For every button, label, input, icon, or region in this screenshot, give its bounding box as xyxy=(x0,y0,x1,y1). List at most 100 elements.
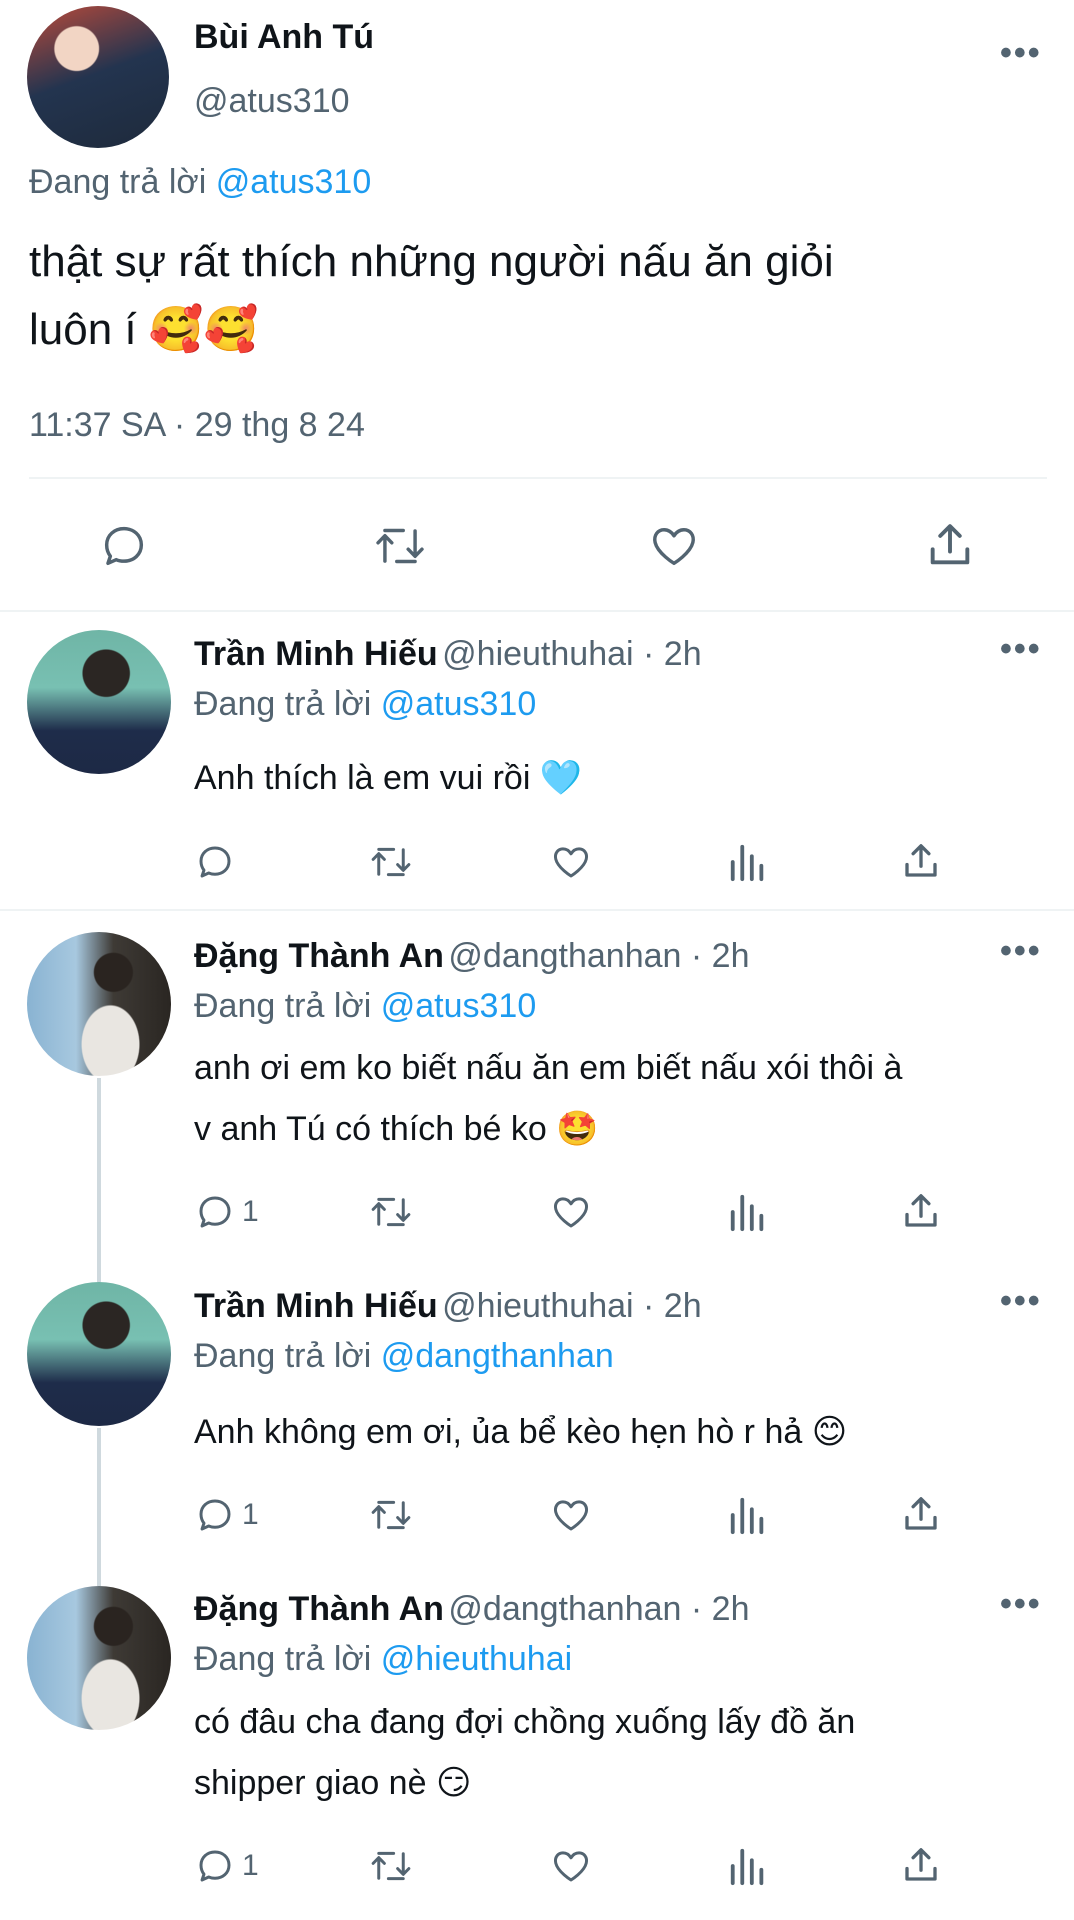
avatar[interactable] xyxy=(27,932,171,1076)
replying-to: Đang trả lời @hieuthuhai xyxy=(194,1640,572,1679)
reply-icon xyxy=(199,1196,231,1228)
retweet-button[interactable] xyxy=(368,1845,414,1887)
author-name[interactable]: Đặng Thành An xyxy=(194,937,444,975)
avatar[interactable] xyxy=(27,6,169,148)
reply-prefix-label: Đang trả lời xyxy=(194,1337,372,1375)
like-button[interactable] xyxy=(549,1845,593,1887)
reply-to-mention[interactable]: @atus310 xyxy=(381,685,537,723)
tweet-text-line: thật sự rất thích những người nấu ăn giỏ… xyxy=(29,237,834,286)
share-icon xyxy=(905,1497,937,1530)
reply-to-mention[interactable]: @atus310 xyxy=(216,163,372,201)
retweet-icon xyxy=(371,847,411,877)
more-options-icon[interactable]: ••• xyxy=(1000,1282,1042,1321)
heart-icon xyxy=(553,847,589,878)
reply-count: 1 xyxy=(242,1849,259,1882)
tweet-text: Anh không em ơi, ủa bể kèo hẹn hò r hả 😊 xyxy=(194,1402,847,1463)
more-options-icon[interactable]: ••• xyxy=(1000,630,1042,669)
retweet-icon xyxy=(376,528,424,564)
heart-icon xyxy=(653,528,695,566)
reply-icon xyxy=(199,1499,231,1531)
heart-icon xyxy=(553,1500,589,1531)
tweet-text: Anh thích là em vui rồi 🩵 xyxy=(194,748,582,809)
author-handle[interactable]: @atus310 xyxy=(194,82,350,121)
author-name[interactable]: Bùi Anh Tú xyxy=(194,18,374,57)
retweet-icon xyxy=(371,1197,411,1227)
heart-icon xyxy=(553,1197,589,1228)
retweet-button[interactable] xyxy=(368,1494,414,1536)
retweet-button[interactable] xyxy=(368,841,414,883)
author-name[interactable]: Trần Minh Hiếu xyxy=(194,635,438,673)
share-button[interactable] xyxy=(900,1492,942,1536)
author-name[interactable]: Trần Minh Hiếu xyxy=(194,1287,438,1325)
analytics-icon xyxy=(730,1497,764,1535)
reply-icon xyxy=(199,846,231,878)
tweet-header: Trần Minh Hiếu @hieuthuhai · 2h xyxy=(194,635,702,674)
avatar[interactable] xyxy=(27,1586,171,1730)
like-button[interactable] xyxy=(647,520,701,572)
tweet-text-line: v anh Tú có thích bé ko 🤩 xyxy=(194,1110,599,1148)
reply-prefix-label: Đang trả lời xyxy=(194,987,372,1025)
more-options-icon[interactable]: ••• xyxy=(1000,1585,1042,1624)
reply-button[interactable]: 1 xyxy=(194,1494,259,1536)
divider xyxy=(29,477,1047,479)
like-button[interactable] xyxy=(549,841,593,883)
reply-prefix-label: Đang trả lời xyxy=(29,163,207,201)
author-meta[interactable]: @dangthanhan · 2h xyxy=(448,937,749,975)
tweet-text: thật sự rất thích những người nấu ăn giỏ… xyxy=(29,228,834,364)
share-button[interactable] xyxy=(900,1189,942,1233)
tweet-text-line: Anh thích là em vui rồi 🩵 xyxy=(194,759,583,797)
tweet-header: Đặng Thành An @dangthanhan · 2h xyxy=(194,1590,749,1629)
heart-icon xyxy=(553,1851,589,1882)
share-icon xyxy=(930,524,970,565)
reply-count: 1 xyxy=(242,1195,259,1228)
author-meta[interactable]: @dangthanhan · 2h xyxy=(448,1590,749,1628)
more-options-icon[interactable]: ••• xyxy=(1000,932,1042,971)
share-button[interactable] xyxy=(900,1843,942,1887)
author-meta[interactable]: @hieuthuhai · 2h xyxy=(442,635,701,673)
section-divider xyxy=(0,909,1074,911)
views-button[interactable] xyxy=(728,1845,768,1887)
tweet-text-line: shipper giao nè 😏 xyxy=(194,1764,472,1802)
analytics-icon xyxy=(730,1848,764,1886)
replying-to: Đang trả lời @atus310 xyxy=(194,987,536,1026)
views-button[interactable] xyxy=(728,841,768,883)
retweet-button[interactable] xyxy=(372,520,428,572)
reply-icon xyxy=(199,1850,231,1882)
reply-to-mention[interactable]: @hieuthuhai xyxy=(381,1640,572,1678)
share-icon xyxy=(905,844,937,877)
thread-connector xyxy=(97,1428,101,1586)
replying-to: Đang trả lời @atus310 xyxy=(194,685,536,724)
reply-button[interactable]: 1 xyxy=(194,1191,259,1233)
analytics-icon xyxy=(730,1194,764,1232)
timestamp[interactable]: 11:37 SA · 29 thg 8 24 xyxy=(29,406,365,445)
more-options-icon[interactable]: ••• xyxy=(1000,34,1042,73)
tweet-header: Trần Minh Hiếu @hieuthuhai · 2h xyxy=(194,1287,702,1326)
thread-connector xyxy=(97,1078,101,1282)
tweet-text-line: có đâu cha đang đợi chồng xuống lấy đồ ă… xyxy=(194,1703,856,1741)
reply-button[interactable] xyxy=(98,520,150,572)
share-button[interactable] xyxy=(924,518,976,572)
reply-button[interactable]: 1 xyxy=(194,1845,259,1887)
views-button[interactable] xyxy=(728,1494,768,1536)
retweet-icon xyxy=(371,1500,411,1530)
reply-to-mention[interactable]: @dangthanhan xyxy=(381,1337,614,1375)
author-name[interactable]: Đặng Thành An xyxy=(194,1590,444,1628)
reply-button[interactable] xyxy=(194,841,242,883)
tweet-text: có đâu cha đang đợi chồng xuống lấy đồ ă… xyxy=(194,1692,855,1814)
analytics-icon xyxy=(730,844,764,882)
reply-prefix-label: Đang trả lời xyxy=(194,1640,372,1678)
retweet-button[interactable] xyxy=(368,1191,414,1233)
author-meta[interactable]: @hieuthuhai · 2h xyxy=(442,1287,701,1325)
like-button[interactable] xyxy=(549,1494,593,1536)
tweet-text-line: Anh không em ơi, ủa bể kèo hẹn hò r hả 😊 xyxy=(194,1413,848,1451)
tweet-text: anh ơi em ko biết nấu ăn em biết nấu xói… xyxy=(194,1038,902,1160)
reply-to-mention[interactable]: @atus310 xyxy=(381,987,537,1025)
tweet-header: Đặng Thành An @dangthanhan · 2h xyxy=(194,937,749,976)
avatar[interactable] xyxy=(27,1282,171,1426)
reply-count: 1 xyxy=(242,1498,259,1531)
views-button[interactable] xyxy=(728,1191,768,1233)
share-button[interactable] xyxy=(900,839,942,883)
like-button[interactable] xyxy=(549,1191,593,1233)
share-icon xyxy=(905,1194,937,1227)
avatar[interactable] xyxy=(27,630,171,774)
